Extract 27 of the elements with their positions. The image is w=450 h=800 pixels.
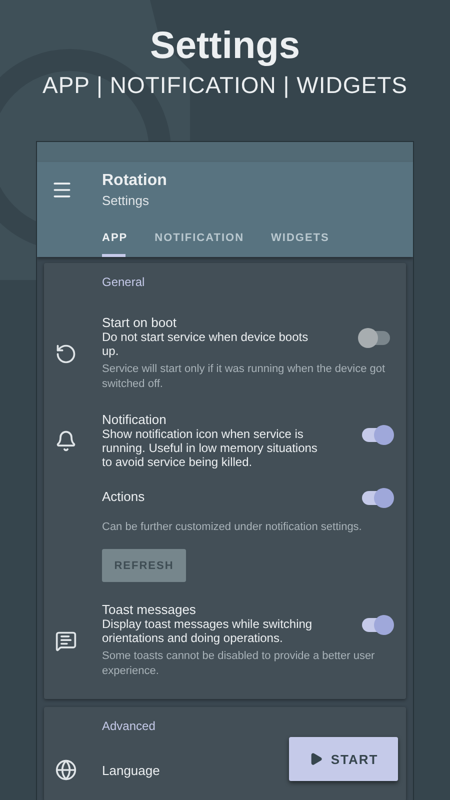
section-title: General bbox=[102, 275, 146, 289]
setting-summary: Do not start service when device boots up. bbox=[102, 330, 310, 358]
section-title: Advanced bbox=[102, 719, 156, 733]
setting-summary: Show notification icon when service is running. Useful in low memory situations to avoid service being killed. bbox=[102, 427, 318, 469]
setting-title: Toast messages bbox=[102, 602, 196, 617]
page-title: Settings bbox=[150, 24, 300, 68]
setting-summary: Display toast messages while switching orientations and doing operations. bbox=[102, 617, 314, 645]
tab[interactable]: NOTIFICATION bbox=[154, 232, 258, 257]
message-icon bbox=[55, 630, 77, 652]
tab[interactable]: APP bbox=[102, 232, 141, 257]
setting-note: Some toasts cannot be disabled to provide a better user experience. bbox=[102, 649, 376, 679]
restore-icon bbox=[55, 342, 77, 364]
app-subtitle: Settings bbox=[102, 193, 150, 208]
setting-title: Actions bbox=[102, 489, 145, 504]
setting-note: Can be further customized under notification settings. bbox=[102, 520, 363, 535]
start-button[interactable]: START bbox=[289, 737, 398, 781]
setting-title: Language bbox=[102, 762, 160, 778]
globe-icon bbox=[55, 759, 77, 781]
setting-note: Service will start only if it was running when the device got switched off. bbox=[102, 362, 386, 392]
play-icon bbox=[308, 752, 323, 766]
page-subtitle: APP | NOTIFICATION | WIDGETS bbox=[42, 72, 408, 99]
bell-icon bbox=[55, 430, 77, 452]
setting-title: Start on boot bbox=[102, 315, 176, 330]
setting-title: Notification bbox=[102, 412, 166, 427]
tab[interactable]: WIDGETS bbox=[271, 232, 342, 257]
refresh-button[interactable]: REFRESH bbox=[102, 549, 186, 582]
app-title: Rotation bbox=[102, 172, 168, 190]
